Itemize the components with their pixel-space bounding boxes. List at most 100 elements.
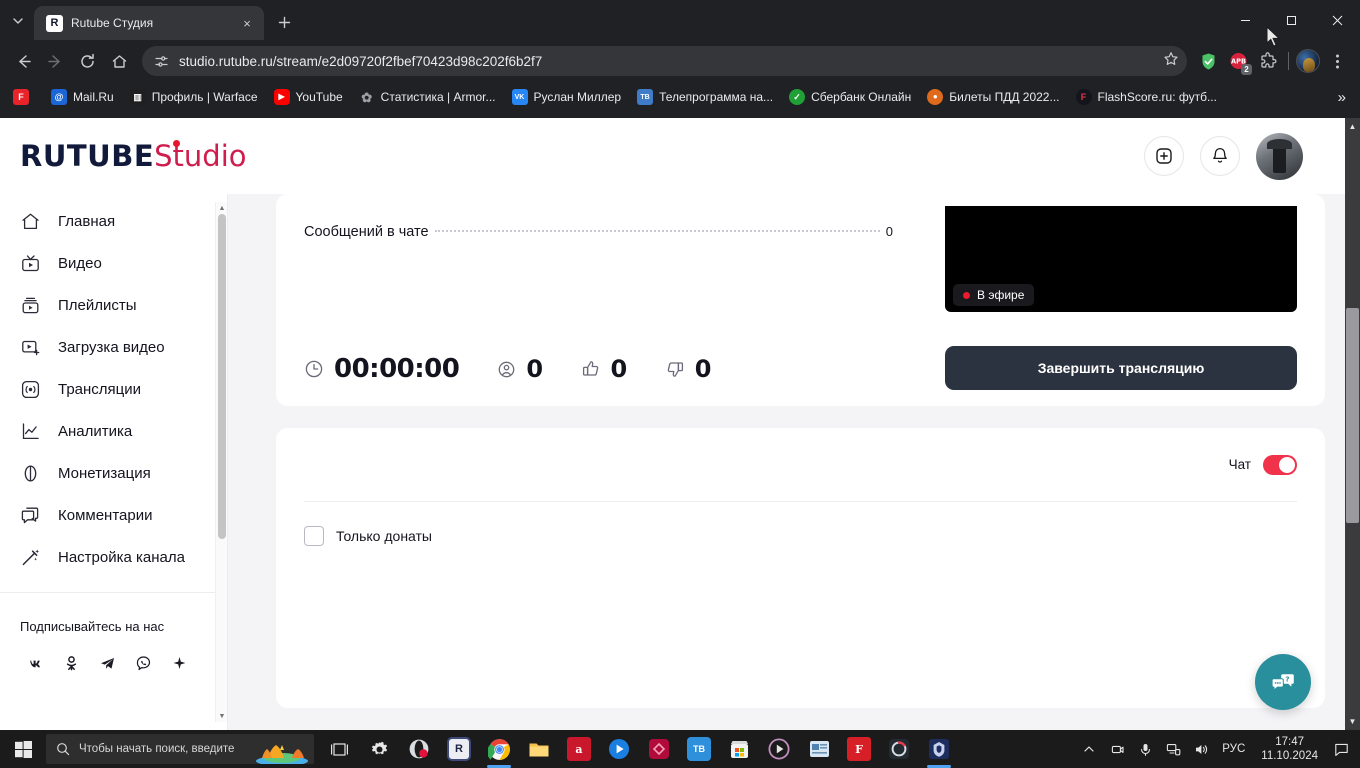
- avatar[interactable]: [1256, 132, 1303, 180]
- bookmark-item[interactable]: ▥ Профиль | Warface: [123, 86, 265, 108]
- bookmark-item[interactable]: ● Билеты ПДД 2022...: [920, 86, 1066, 108]
- chat-toggle-row: Чат: [304, 428, 1297, 502]
- media-player-app-icon[interactable]: [600, 730, 638, 768]
- bookmark-item[interactable]: F FlashScore.ru: футб...: [1069, 86, 1224, 108]
- rutube-studio-logo[interactable]: RUTUBE Studio: [20, 139, 247, 173]
- file-explorer-app-icon[interactable]: [520, 730, 558, 768]
- camera-icon[interactable]: [1104, 730, 1130, 768]
- scroll-down-icon[interactable]: ▼: [216, 710, 228, 722]
- plus-square-icon[interactable]: [1144, 136, 1184, 176]
- bookmark-label: Mail.Ru: [73, 90, 114, 104]
- stream-stats: Сообщений в чате 0 00:00:00 0 0 0: [304, 206, 945, 406]
- news-app-icon[interactable]: [800, 730, 838, 768]
- sidebar-item-comments[interactable]: Комментарии: [0, 494, 227, 536]
- telegram-icon[interactable]: [92, 648, 122, 678]
- bookmark-item[interactable]: ✓ Сбербанк Онлайн: [782, 86, 918, 108]
- three-dots-icon[interactable]: [1322, 46, 1352, 76]
- logo-dot: [173, 140, 180, 147]
- scroll-down-icon[interactable]: ▼: [1345, 713, 1360, 730]
- bookmark-item[interactable]: ✿ Статистика | Armor...: [352, 86, 503, 108]
- minimize-button[interactable]: [1222, 0, 1268, 40]
- sidebar-item-broadcasts[interactable]: Трансляции: [0, 368, 227, 410]
- game-launcher-app-icon[interactable]: [880, 730, 918, 768]
- taskbar-search-input[interactable]: Чтобы начать поиск, введите: [46, 734, 314, 764]
- page-settings-icon[interactable]: [154, 54, 169, 69]
- windows-start-icon[interactable]: [0, 730, 46, 768]
- sidebar-item-analytics[interactable]: Аналитика: [0, 410, 227, 452]
- page-scrollbar[interactable]: ▲ ▼: [1345, 118, 1360, 730]
- lens-app-icon[interactable]: [640, 730, 678, 768]
- scroll-up-icon[interactable]: ▲: [1345, 118, 1360, 135]
- stream-preview-video[interactable]: В эфире: [945, 206, 1297, 312]
- odnoklassniki-icon[interactable]: [56, 648, 86, 678]
- follow-us-block: Подписывайтесь на нас: [0, 593, 227, 678]
- address-bar[interactable]: studio.rutube.ru/stream/e2d09720f2fbef70…: [142, 46, 1187, 76]
- home-icon[interactable]: [104, 46, 134, 76]
- bookmark-item[interactable]: VK Руслан Миллер: [505, 86, 629, 108]
- star-icon[interactable]: [1163, 51, 1179, 72]
- donates-only-row: Только донаты: [304, 502, 1297, 546]
- bookmark-item[interactable]: F: [6, 86, 42, 108]
- bookmark-favicon: ▥: [129, 89, 146, 105]
- sidebar-item-label: Видео: [58, 254, 102, 272]
- scroll-up-icon[interactable]: ▲: [216, 202, 228, 214]
- volume-icon[interactable]: [1188, 730, 1214, 768]
- bookmarks-overflow-icon[interactable]: »: [1330, 82, 1354, 112]
- bookmark-favicon: ✿: [361, 89, 373, 105]
- opera-gx-app-icon[interactable]: [400, 730, 438, 768]
- network-icon[interactable]: [1160, 730, 1186, 768]
- sidebar-nav: Главная Видео Плейлисты Загрузка видео Т…: [0, 194, 227, 578]
- chrome-app-icon[interactable]: [480, 730, 518, 768]
- clock[interactable]: 17:47 11.10.2024: [1253, 735, 1326, 763]
- reload-icon[interactable]: [72, 46, 102, 76]
- sidebar-item-glavnaya[interactable]: Главная: [0, 200, 227, 242]
- language-indicator[interactable]: РУС: [1216, 743, 1251, 755]
- close-icon[interactable]: ×: [238, 14, 256, 32]
- page-scrollbar-thumb[interactable]: [1346, 308, 1359, 523]
- shield-extension-icon[interactable]: [1195, 48, 1221, 74]
- back-icon[interactable]: [8, 46, 38, 76]
- sidebar-item-monetization[interactable]: Монетизация: [0, 452, 227, 494]
- warface-app-icon[interactable]: [920, 730, 958, 768]
- chat-settings-card: Чат Только донаты: [276, 428, 1325, 708]
- sidebar-item-label: Аналитика: [58, 422, 133, 440]
- vk-icon[interactable]: [20, 648, 50, 678]
- tab-search-icon[interactable]: [4, 7, 32, 35]
- coin-icon: [18, 461, 42, 485]
- flash-app-icon[interactable]: F: [840, 730, 878, 768]
- microphone-icon[interactable]: [1132, 730, 1158, 768]
- microsoft-store-app-icon[interactable]: [720, 730, 758, 768]
- bell-icon[interactable]: [1200, 136, 1240, 176]
- rutube-app-icon[interactable]: R: [440, 730, 478, 768]
- tb-app-icon[interactable]: TB: [680, 730, 718, 768]
- end-stream-button[interactable]: Завершить трансляцию: [945, 346, 1297, 390]
- adobe-app-icon[interactable]: a: [560, 730, 598, 768]
- adblock-extension-icon[interactable]: APB 2: [1225, 48, 1252, 75]
- bookmark-item[interactable]: TB Телепрограмма на...: [630, 86, 780, 108]
- sidebar-item-video[interactable]: Видео: [0, 242, 227, 284]
- chrome-profile-avatar[interactable]: [1296, 49, 1320, 73]
- sparkle-icon[interactable]: [164, 648, 194, 678]
- task-view-icon[interactable]: [320, 730, 358, 768]
- chevron-up-icon[interactable]: [1076, 730, 1102, 768]
- bookmark-item[interactable]: @ Mail.Ru: [44, 86, 121, 108]
- viber-icon[interactable]: [128, 648, 158, 678]
- follow-us-title: Подписывайтесь на нас: [20, 619, 165, 634]
- player-app-icon[interactable]: [760, 730, 798, 768]
- chat-toggle[interactable]: [1263, 454, 1297, 475]
- sidebar-scrollbar[interactable]: ▲ ▼: [215, 202, 227, 722]
- new-tab-button[interactable]: [270, 8, 298, 36]
- forward-icon[interactable]: [40, 46, 70, 76]
- sidebar-item-playlists[interactable]: Плейлисты: [0, 284, 227, 326]
- notification-center-icon[interactable]: [1328, 730, 1354, 768]
- sidebar-item-channel-settings[interactable]: Настройка канала: [0, 536, 227, 578]
- bookmark-item[interactable]: ▶ YouTube: [267, 86, 350, 108]
- sidebar-scrollbar-thumb[interactable]: [218, 214, 226, 539]
- settings-app-icon[interactable]: [360, 730, 398, 768]
- sidebar-item-upload[interactable]: Загрузка видео: [0, 326, 227, 368]
- donates-only-checkbox[interactable]: [304, 526, 324, 546]
- close-window-button[interactable]: [1314, 0, 1360, 40]
- browser-tab[interactable]: R Rutube Студия ×: [34, 6, 264, 40]
- svg-text:?: ?: [1285, 674, 1289, 683]
- support-chat-icon[interactable]: ?: [1255, 654, 1311, 710]
